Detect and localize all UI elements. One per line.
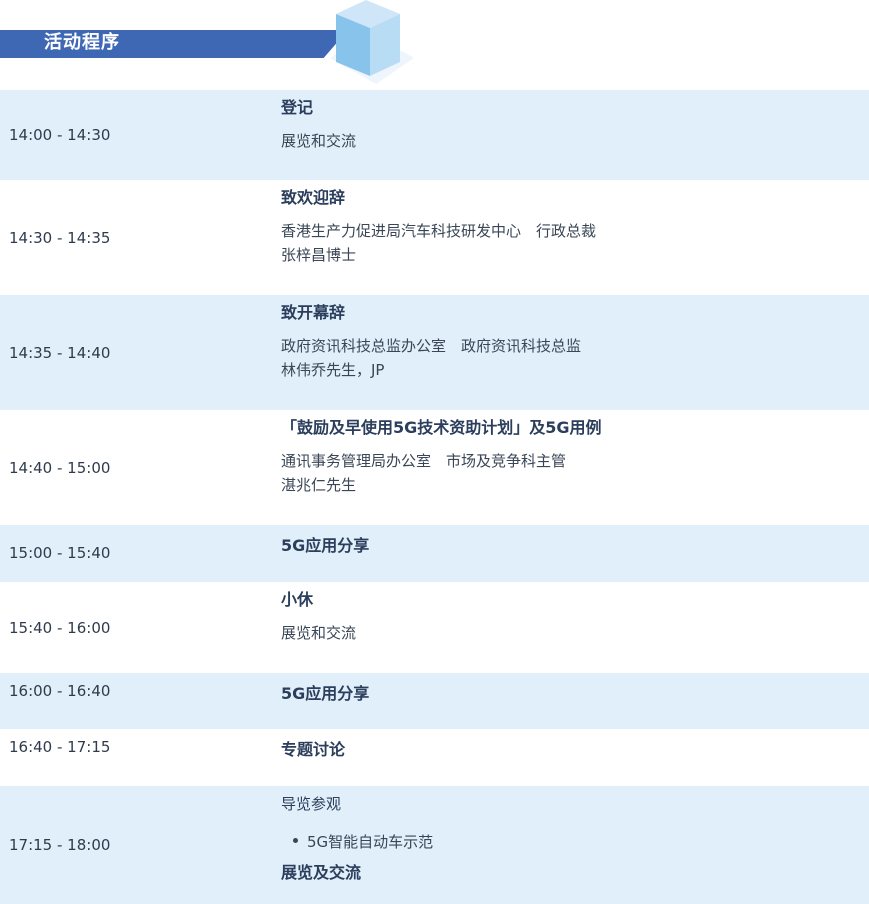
cube-decoration-icon	[330, 0, 414, 84]
schedule-row: 14:00 - 14:30 登记 展览和交流	[0, 90, 869, 180]
row-time: 16:00 - 16:40	[9, 682, 111, 700]
row-detail: 展览和交流	[281, 132, 357, 150]
row-time: 14:00 - 14:30	[9, 126, 111, 144]
row-time: 16:40 - 17:15	[9, 738, 111, 756]
speaker-position: 香港生产力促进局汽车科技研发中心 行政总裁	[281, 222, 597, 240]
row-content: 专题讨论	[281, 739, 859, 761]
row-time: 15:00 - 15:40	[9, 544, 111, 562]
row-content: 小休 展览和交流	[281, 589, 859, 645]
row-content: 5G应用分享	[281, 683, 859, 705]
schedule-table: 14:00 - 14:30 登记 展览和交流 14:30 - 14:35 致欢迎…	[0, 90, 869, 904]
schedule-row: 17:15 - 18:00 导览参观 5G智能自动车示范 展览及交流	[0, 786, 869, 904]
row-content: 登记 展览和交流	[281, 97, 859, 153]
row-time: 15:40 - 16:00	[9, 618, 111, 637]
row-footer: 展览及交流	[281, 863, 362, 882]
row-title: 导览参观	[281, 795, 342, 813]
schedule-row: 16:00 - 16:40 5G应用分享	[0, 673, 869, 729]
row-content: 致开幕辞 政府资讯科技总监办公室 政府资讯科技总监 林伟乔先生，JP	[281, 302, 859, 382]
row-title: 专题讨论	[281, 740, 346, 759]
schedule-row: 15:40 - 16:00 小休 展览和交流	[0, 582, 869, 673]
row-title: 5G应用分享	[281, 536, 370, 555]
row-time: 17:15 - 18:00	[9, 836, 111, 854]
speaker-name: 张梓昌博士	[281, 246, 357, 264]
list-item: 5G智能自动车示范	[281, 831, 859, 853]
row-title: 小休	[281, 590, 314, 609]
speaker-name: 林伟乔先生，JP	[281, 361, 385, 379]
row-content: 致欢迎辞 香港生产力促进局汽车科技研发中心 行政总裁 张梓昌博士	[281, 187, 859, 267]
row-title: 5G应用分享	[281, 684, 370, 703]
row-title: 致开幕辞	[281, 303, 346, 322]
schedule-row: 14:40 - 15:00 「鼓励及早使用5G技术资助计划」及5G用例 通讯事务…	[0, 410, 869, 525]
row-content: 导览参观 5G智能自动车示范 展览及交流	[281, 793, 859, 884]
row-title: 登记	[281, 98, 314, 117]
schedule-row: 16:40 - 17:15 专题讨论	[0, 729, 869, 786]
speaker-position: 通讯事务管理局办公室 市场及竞争科主管	[281, 452, 567, 470]
row-title: 「鼓励及早使用5G技术资助计划」及5G用例	[281, 418, 602, 437]
schedule-row: 15:00 - 15:40 5G应用分享	[0, 525, 869, 582]
schedule-row: 14:30 - 14:35 致欢迎辞 香港生产力促进局汽车科技研发中心 行政总裁…	[0, 180, 869, 295]
bullet-icon	[293, 838, 298, 843]
section-title: 活动程序	[44, 32, 120, 53]
row-time: 14:30 - 14:35	[9, 228, 111, 247]
row-time: 14:35 - 14:40	[9, 343, 111, 362]
row-content: 「鼓励及早使用5G技术资助计划」及5G用例 通讯事务管理局办公室 市场及竞争科主…	[281, 417, 859, 497]
row-time: 14:40 - 15:00	[9, 458, 111, 477]
row-content: 5G应用分享	[281, 535, 859, 557]
list-item-label: 5G智能自动车示范	[307, 833, 434, 851]
speaker-position: 政府资讯科技总监办公室 政府资讯科技总监	[281, 337, 582, 355]
row-title: 致欢迎辞	[281, 188, 346, 207]
schedule-row: 14:35 - 14:40 致开幕辞 政府资讯科技总监办公室 政府资讯科技总监 …	[0, 295, 869, 410]
row-detail: 展览和交流	[281, 624, 357, 642]
section-header: 活动程序	[0, 0, 869, 90]
speaker-name: 湛兆仁先生	[281, 476, 357, 494]
